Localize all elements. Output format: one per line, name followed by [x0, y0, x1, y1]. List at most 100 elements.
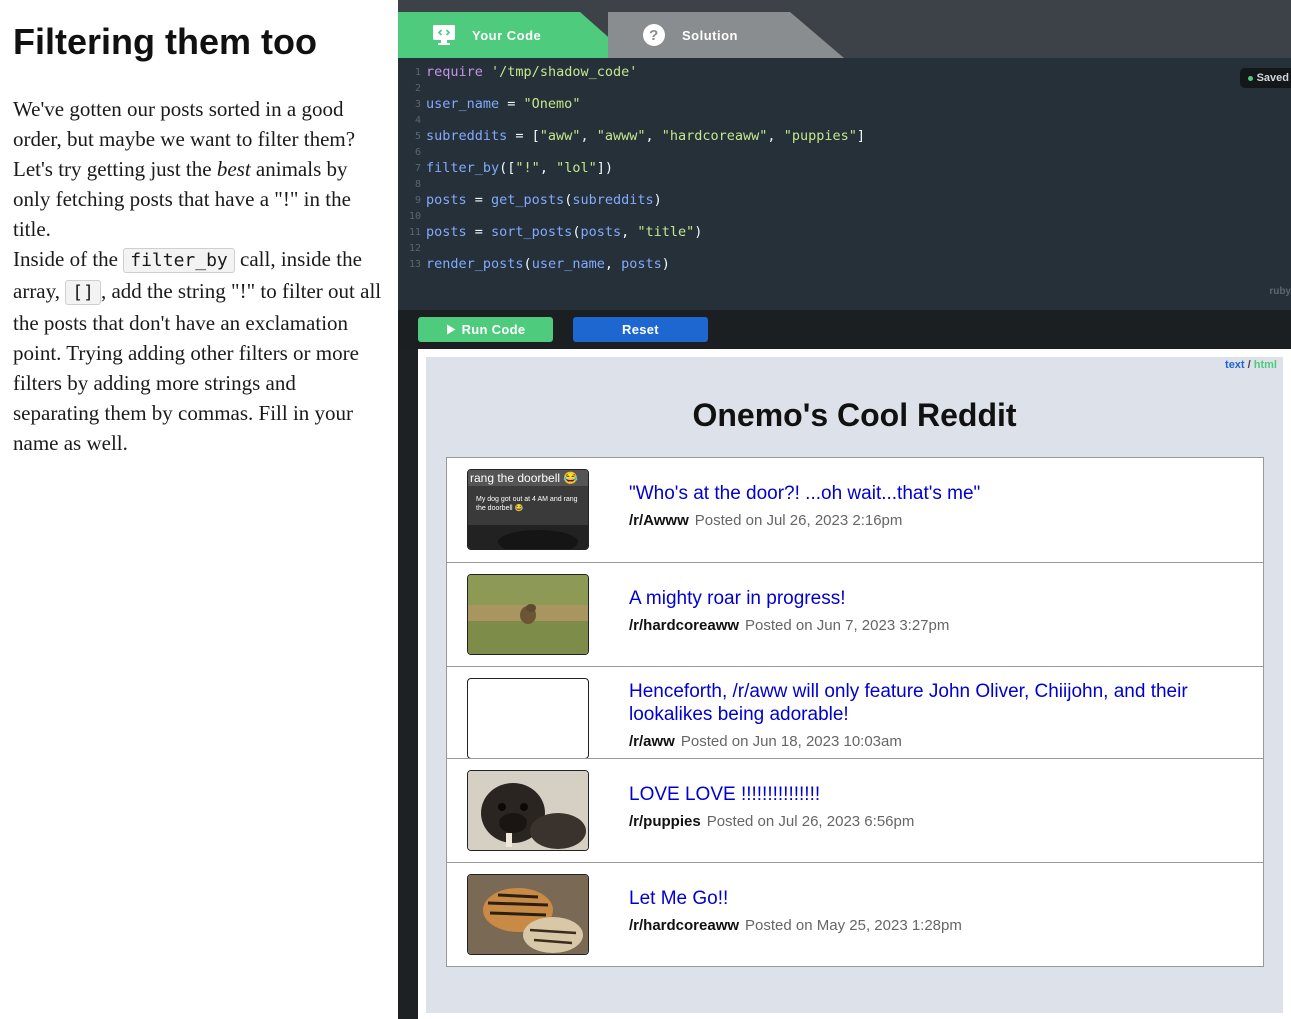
lesson-emphasis: best — [216, 157, 251, 181]
code-token: "aww" — [539, 128, 581, 144]
code-token: posts — [621, 256, 662, 272]
svg-text:?: ? — [649, 27, 659, 44]
code-token: subreddits — [572, 192, 654, 208]
code-token: render_posts — [426, 256, 524, 272]
reset-button[interactable]: Reset — [573, 317, 708, 342]
code-token: ) — [694, 224, 703, 240]
view-toggle: text / html — [1225, 359, 1277, 371]
code-token: user_name — [531, 256, 605, 272]
code-token: "title" — [637, 224, 695, 240]
code-line: 7 filter_by(["!", "lol"]) — [398, 160, 613, 176]
code-line: 12 — [398, 240, 426, 256]
code-line: 10 — [398, 208, 426, 224]
code-line: 5 subreddits = ["aww", "awww", "hardcorea… — [398, 128, 865, 144]
code-token: = — [466, 192, 492, 208]
post-date: Posted on Jul 26, 2023 6:56pm — [706, 813, 915, 830]
code-token: posts — [426, 192, 467, 208]
run-code-label: Run Code — [461, 322, 526, 337]
code-token: , — [767, 128, 784, 144]
post-thumbnail[interactable] — [467, 770, 589, 851]
code-token: subreddits — [426, 128, 508, 144]
code-token: "hardcoreaww" — [661, 128, 768, 144]
thumbnail-caption: My dog got out at 4 AM and rang the door… — [476, 496, 578, 512]
post-meta: /r/Awww Posted on Jul 26, 2023 2:16pm — [629, 512, 1233, 529]
line-number: 13 — [408, 258, 421, 270]
code-editor[interactable]: 1 require '/tmp/shadow_code' 2 3 user_name… — [398, 58, 1291, 310]
line-number: 8 — [414, 178, 421, 190]
view-html-link[interactable]: html — [1254, 359, 1277, 371]
code-token: user_name — [426, 96, 500, 112]
tab-bar: Your Code ? Solution — [398, 0, 1291, 58]
tab-solution-label: Solution — [682, 27, 738, 43]
post-thumbnail[interactable] — [467, 574, 589, 655]
line-number: 5 — [414, 130, 421, 142]
code-token: = — [499, 96, 524, 112]
monitor-code-icon — [432, 23, 456, 47]
code-token: ] — [856, 128, 865, 144]
inline-code-array: [] — [65, 280, 101, 305]
reset-label: Reset — [622, 322, 659, 337]
lesson-text: Inside of the — [13, 247, 124, 271]
code-token: ( — [523, 256, 532, 272]
post-text: LOVE LOVE !!!!!!!!!!!!!!! /r/puppies Post… — [629, 783, 1233, 830]
code-token: , — [580, 128, 597, 144]
code-line: 6 — [398, 144, 426, 160]
ide-panel: Your Code ? Solution 1 require '/tmp/shad… — [398, 0, 1291, 1019]
list-item: Let Me Go!! /r/hardcoreaww Posted on May … — [447, 862, 1263, 966]
post-text: Henceforth, /r/aww will only feature Joh… — [629, 680, 1233, 750]
code-token: = — [466, 224, 492, 240]
rendered-page: text / html Onemo's Cool Reddit rang the… — [426, 357, 1283, 1013]
post-date: Posted on Jun 7, 2023 3:27pm — [745, 617, 950, 634]
post-subreddit: /r/hardcoreaww — [629, 917, 740, 934]
post-date: Posted on Jun 18, 2023 10:03am — [680, 733, 902, 750]
post-subreddit: /r/hardcoreaww — [629, 617, 740, 634]
lesson-title: Filtering them too — [13, 21, 317, 62]
list-item: rang the doorbell 😂 My dog got out at 4 … — [447, 458, 1263, 562]
post-text: Let Me Go!! /r/hardcoreaww Posted on May … — [629, 887, 1233, 934]
list-item: A mighty roar in progress! /r/hardcoreaw… — [447, 562, 1263, 666]
code-token: posts — [580, 224, 622, 240]
post-thumbnail[interactable] — [467, 874, 589, 955]
post-subreddit: /r/puppies — [629, 813, 701, 830]
code-line: 11 posts = sort_posts(posts, "title") — [398, 224, 702, 240]
run-code-button[interactable]: Run Code — [418, 317, 553, 342]
post-title-link[interactable]: Henceforth, /r/aww will only feature Joh… — [629, 680, 1233, 726]
post-meta: /r/aww Posted on Jun 18, 2023 10:03am — [629, 733, 1233, 750]
lesson-body: We've gotten our posts sorted in a good … — [13, 94, 385, 458]
saved-label: Saved — [1256, 72, 1289, 84]
line-number: 11 — [408, 226, 421, 238]
code-token: ([ — [499, 160, 516, 176]
line-number: 3 — [414, 98, 421, 110]
post-subreddit: /r/aww — [629, 733, 675, 750]
post-title-link[interactable]: A mighty roar in progress! — [629, 587, 1233, 610]
code-token: , — [621, 224, 638, 240]
view-separator: / — [1244, 359, 1254, 371]
line-number: 9 — [414, 194, 421, 206]
tab-solution[interactable]: ? Solution — [608, 12, 844, 58]
code-token: filter_by — [426, 160, 500, 176]
code-line: 13 render_posts(user_name, posts) — [398, 256, 670, 272]
lesson-text: , add the string "!" to filter out all t… — [13, 279, 382, 455]
code-token: require — [426, 64, 483, 80]
view-text-link[interactable]: text — [1225, 359, 1245, 371]
post-meta: /r/puppies Posted on Jul 26, 2023 6:56pm — [629, 813, 1233, 830]
question-circle-icon: ? — [642, 23, 666, 47]
saved-dot-icon — [1247, 75, 1253, 81]
post-thumbnail[interactable] — [467, 678, 589, 759]
post-thumbnail[interactable]: rang the doorbell 😂 My dog got out at 4 … — [467, 469, 589, 550]
post-title-link[interactable]: Let Me Go!! — [629, 887, 1233, 910]
code-token: , — [539, 160, 557, 176]
editor-controls: Run Code Reset — [398, 310, 1291, 350]
code-token: ( — [564, 192, 573, 208]
language-label: ruby — [1269, 286, 1291, 297]
post-title-link[interactable]: "Who's at the door?! ...oh wait...that's… — [629, 482, 1233, 505]
saved-indicator: Saved — [1239, 68, 1291, 88]
code-line: 1 require '/tmp/shadow_code' — [398, 64, 637, 80]
post-title-link[interactable]: LOVE LOVE !!!!!!!!!!!!!!! — [629, 783, 1233, 806]
tab-your-code[interactable]: Your Code — [398, 12, 632, 58]
code-token: , — [604, 256, 622, 272]
code-line: 4 — [398, 112, 426, 128]
code-token: ]) — [596, 160, 613, 176]
code-line: 3 user_name = "Onemo" — [398, 96, 580, 112]
code-token: ) — [661, 256, 670, 272]
